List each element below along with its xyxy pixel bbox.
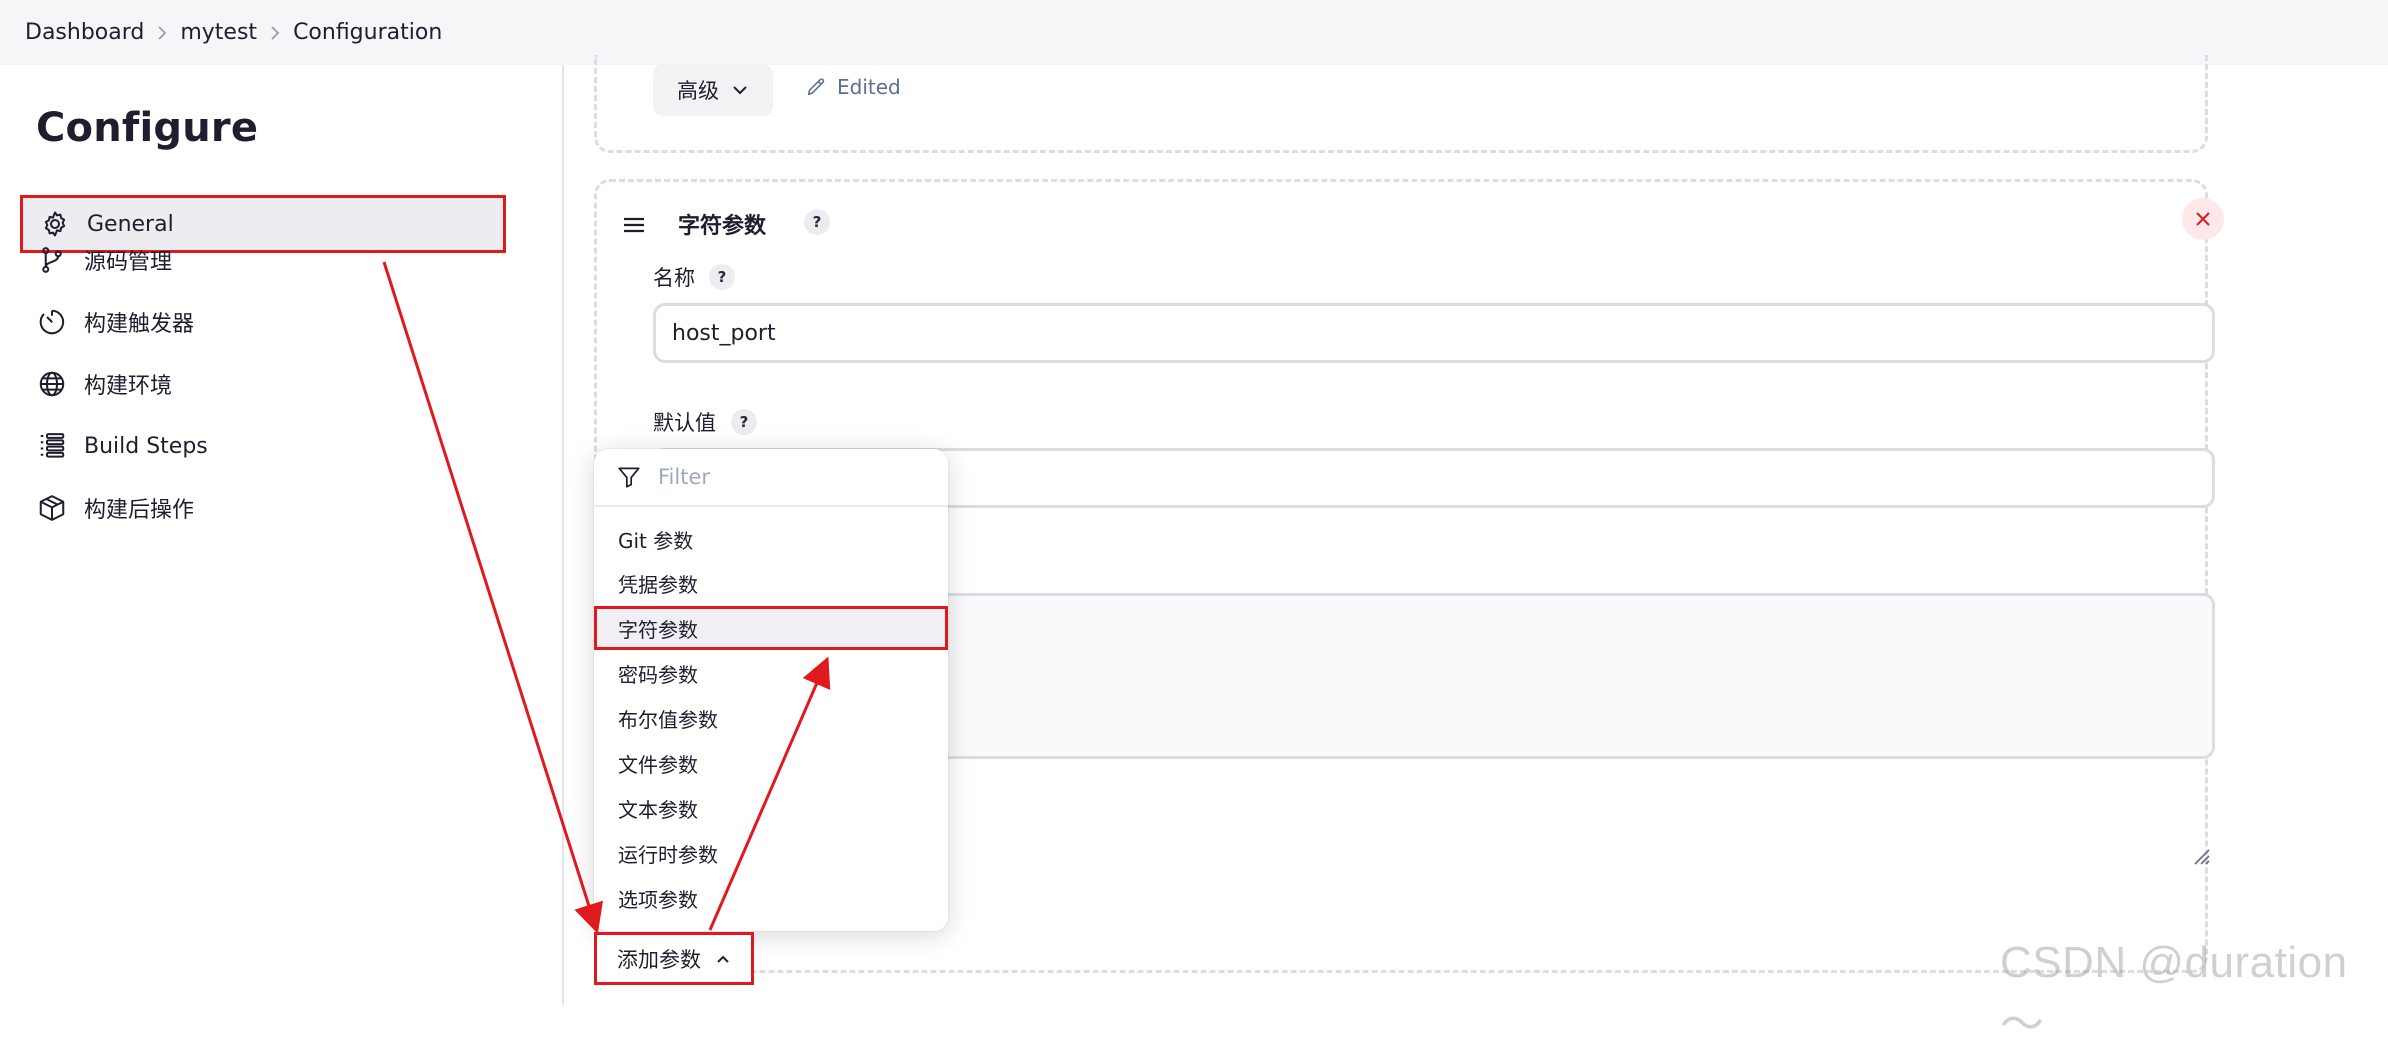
breadcrumb-configuration[interactable]: Configuration <box>293 20 442 45</box>
add-parameter-dropdown: Git 参数 凭据参数 字符参数 密码参数 布尔值参数 文件参数 文本参数 运行… <box>594 449 948 931</box>
help-icon[interactable]: ? <box>804 209 830 235</box>
breadcrumb-mytest[interactable]: mytest <box>180 20 257 45</box>
dropdown-item-password-parameter[interactable]: 密码参数 <box>594 651 948 695</box>
watermark: CSDN @duration～ <box>2000 938 2348 1049</box>
add-parameter-button[interactable]: 添加参数 <box>594 932 754 985</box>
help-icon[interactable]: ? <box>709 264 735 290</box>
add-parameter-label: 添加参数 <box>617 947 701 972</box>
breadcrumb-dashboard[interactable]: Dashboard <box>25 20 144 45</box>
dropdown-item-file-parameter[interactable]: 文件参数 <box>594 741 948 785</box>
advanced-section: 高级 Edited <box>594 55 2208 153</box>
advanced-button[interactable]: 高级 <box>653 64 773 116</box>
dropdown-item-git-parameter[interactable]: Git 参数 <box>594 517 948 561</box>
sidebar-item-label: 构建环境 <box>84 374 173 399</box>
sidebar: Configure General 源码管理 构建触发器 构建环境 Build … <box>0 65 562 1005</box>
filter-icon <box>618 467 640 488</box>
chevron-right-icon <box>257 25 293 40</box>
list-steps-icon <box>36 430 68 462</box>
chevron-up-icon <box>717 955 729 963</box>
sidebar-item-environment[interactable]: 构建环境 <box>20 355 506 413</box>
dropdown-item-boolean-parameter[interactable]: 布尔值参数 <box>594 696 948 740</box>
filter-row <box>594 449 948 507</box>
chevron-down-icon <box>733 86 747 95</box>
help-icon[interactable]: ? <box>731 409 757 435</box>
sidebar-item-label: 构建触发器 <box>84 312 195 337</box>
delete-parameter-button[interactable] <box>2182 198 2224 240</box>
resize-grip-icon[interactable] <box>2189 844 2211 866</box>
source-branch-icon <box>36 244 68 276</box>
name-input[interactable] <box>653 303 2215 363</box>
drag-handle-icon[interactable] <box>621 212 647 238</box>
card-title: 字符参数 <box>678 214 767 239</box>
dropdown-item-credentials-parameter[interactable]: 凭据参数 <box>594 561 948 605</box>
filter-input[interactable] <box>656 464 920 490</box>
package-icon <box>36 492 68 524</box>
sidebar-item-build-steps[interactable]: Build Steps <box>20 417 506 475</box>
pencil-icon <box>807 78 825 96</box>
sidebar-item-label: Build Steps <box>84 433 208 459</box>
close-icon <box>2196 212 2210 226</box>
globe-icon <box>36 368 68 400</box>
edited-label: Edited <box>837 75 901 99</box>
sidebar-item-triggers[interactable]: 构建触发器 <box>20 293 506 351</box>
dropdown-item-string-parameter[interactable]: 字符参数 <box>594 606 948 650</box>
dropdown-item-text-parameter[interactable]: 文本参数 <box>594 786 948 830</box>
edited-indicator: Edited <box>805 75 901 99</box>
sidebar-item-label: 构建后操作 <box>84 498 195 523</box>
dropdown-item-choice-parameter[interactable]: 选项参数 <box>594 876 948 920</box>
chevron-right-icon <box>144 25 180 40</box>
timer-icon <box>36 306 68 338</box>
default-value-label: 默认值 <box>653 411 716 435</box>
advanced-label: 高级 <box>677 79 719 103</box>
page-title: Configure <box>36 105 259 151</box>
sidebar-item-post-build[interactable]: 构建后操作 <box>20 479 506 537</box>
sidebar-item-source[interactable]: 源码管理 <box>20 231 506 289</box>
dropdown-item-run-parameter[interactable]: 运行时参数 <box>594 831 948 875</box>
sidebar-item-label: 源码管理 <box>84 250 173 275</box>
name-label: 名称 <box>653 266 695 290</box>
